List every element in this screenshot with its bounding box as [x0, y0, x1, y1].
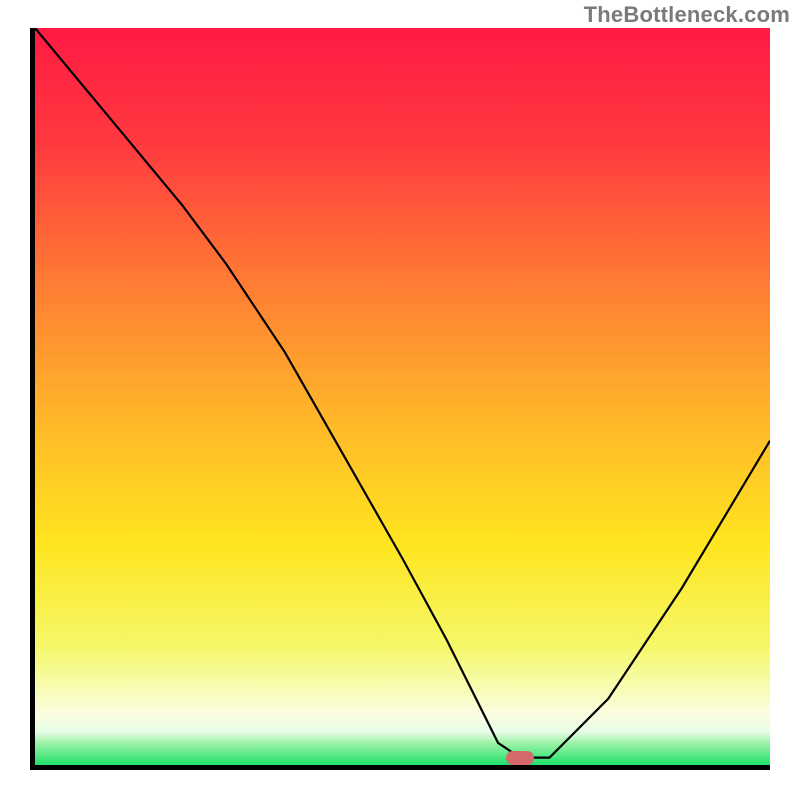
- bottleneck-curve: [35, 28, 770, 765]
- plot-area: [35, 28, 770, 765]
- plot-axes: [30, 28, 770, 770]
- watermark-text: TheBottleneck.com: [584, 2, 790, 28]
- optimal-point-marker: [506, 751, 534, 765]
